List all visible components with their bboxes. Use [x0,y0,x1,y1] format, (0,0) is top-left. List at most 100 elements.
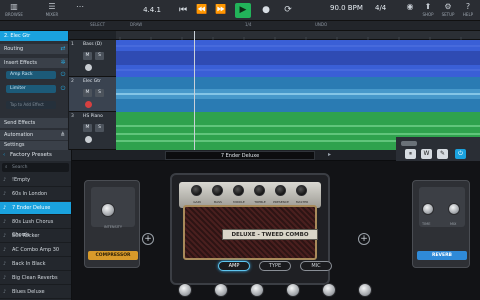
preset-item[interactable]: ♪ Back In Black [0,258,71,271]
amp-knob-label: TREBLE [254,200,266,204]
amp-knob-master[interactable] [296,185,307,196]
solo-button[interactable]: S [95,52,104,60]
song-position[interactable]: 4.4.1 [134,4,170,17]
automation-icon[interactable]: ⋔ [59,131,67,139]
cabinet-knob[interactable] [322,283,336,297]
record-arm-button[interactable] [85,64,92,71]
power-button[interactable]: ⏻ [455,149,466,159]
preset-item[interactable]: ♪ 80s Lush Chorus Chords [0,216,71,238]
preset-search-input[interactable]: ⌕ Search [2,163,69,172]
solo-button[interactable]: S [95,124,104,132]
amp-knob-label: PRESENCE [273,200,289,204]
volume-slider[interactable] [401,141,417,146]
preset-item[interactable]: ♪ Big Clean Reverbs [0,272,71,285]
cabinet-knob[interactable] [250,283,264,297]
bass-clip[interactable] [116,40,480,77]
inspector-track-title[interactable]: 2. Elec Gtr [0,31,68,41]
amp-knob-bass[interactable] [212,185,223,196]
cabinet-knob[interactable] [214,283,228,297]
time-signature-display[interactable]: 4/4 [375,4,386,12]
record-arm-button[interactable] [85,101,92,108]
tempo-display[interactable]: 90.0 BPM [330,4,363,12]
cabinet-knob[interactable] [178,283,192,297]
edit-icon[interactable]: ✎ [437,149,448,159]
record-button[interactable]: ● [258,3,274,18]
tab-amp[interactable]: AMP [218,261,250,271]
fast-forward-button[interactable]: ⏩ [213,3,229,18]
plugin-power-icon[interactable]: ⏻ [59,71,67,79]
intensity-knob[interactable] [101,203,115,217]
cabinet-knob[interactable] [358,283,372,297]
help-icon: ? [465,2,471,11]
insert-effects-section[interactable]: Insert Effects [0,58,68,68]
mute-button[interactable]: M [83,124,92,132]
tab-type[interactable]: TYPE [259,261,291,271]
track-header-1[interactable]: 1 Bass (D) M S [69,40,116,77]
solo-button[interactable]: S [95,89,104,97]
preset-item[interactable]: ♪ AC Combo Amp 30 [0,244,71,257]
routing-icon[interactable]: ⇄ [59,45,67,53]
draw-tool[interactable]: DRAW [130,22,142,27]
preset-item[interactable]: ♪ Blues Deluxe [0,286,71,299]
tab-mic[interactable]: MIC [300,261,332,271]
preset-item[interactable]: ♪ 80s Rocker [0,230,71,243]
more-button[interactable]: ⋯ [72,2,88,12]
help-button[interactable]: ? HELP [460,2,476,17]
plugin-limiter[interactable]: Limiter [6,85,56,93]
track-header-2[interactable]: 2 Elec Gtr M S [69,77,116,112]
waves-icon[interactable]: W [421,149,432,159]
compressor-pedal[interactable]: INTENSITY COMPRESSOR [84,180,140,268]
add-left-effect-button[interactable]: + [142,233,154,245]
record-arm-button[interactable] [85,136,92,143]
add-right-effect-button[interactable]: + [358,233,370,245]
mix-knob[interactable] [448,203,460,215]
shop-button[interactable]: ⬆ SHOP [420,2,436,17]
rewind-button[interactable]: ⏪ [194,3,210,18]
back-icon[interactable]: ‹ [3,150,5,161]
routing-section[interactable]: Routing [0,44,68,54]
next-preset-button[interactable]: ▸ [328,151,331,158]
track-header-3[interactable]: 3 HS Piano M S [69,112,116,150]
settings-section[interactable]: Settings [0,141,68,150]
rewind-start-button[interactable]: ⏮ [175,3,191,18]
playhead[interactable] [194,31,195,150]
amp-knob-middle[interactable] [233,185,244,196]
add-effect-slot[interactable]: Tap to Add Effect [6,101,56,109]
preset-item[interactable]: ♪ 7 Ender Deluxe [0,202,71,215]
plugin-amp-rack[interactable]: Amp Rack [6,71,56,79]
cabinet-knob[interactable] [286,283,300,297]
preset-item[interactable]: ♪ 60s In London [0,188,71,201]
effects-toggle-icon[interactable]: ✲ [59,59,67,67]
top-toolbar: ▥ BROWSE ☰ MIXER ⋯ 4.4.1 ⏮ ⏪ ⏩ ▶ ● ⟳ 90.0 … [0,0,480,21]
play-button[interactable]: ▶ [235,3,251,18]
reverb-label: REVERB [417,251,467,260]
loop-button[interactable]: ⟳ [280,3,296,18]
timeline-ruler[interactable]: 123456789101112 [116,31,480,46]
amp-knob-gain[interactable] [191,185,202,196]
amp-knob-presence[interactable] [275,185,286,196]
setup-button[interactable]: ⚙ SETUP [440,2,456,17]
automation-section[interactable]: Automation [0,130,68,140]
send-effects-section[interactable]: Send Effects [0,118,68,128]
record-mode-button[interactable]: ◉ [402,2,418,12]
gear-icon: ⚙ [444,2,452,11]
current-preset-name[interactable]: 7 Ender Deluxe [165,151,315,160]
reverb-pedal[interactable]: TIME MIX REVERB [412,180,470,268]
bypass-button[interactable]: ⏸ [405,149,416,159]
browse-button[interactable]: ▥ BROWSE [5,2,23,17]
mute-button[interactable]: M [83,89,92,97]
preset-item[interactable]: ♪ !Empty [0,174,71,187]
preset-icon: ♪ [3,275,7,281]
guitar-clip[interactable] [116,77,480,112]
arrangement-lanes[interactable] [116,40,480,150]
amp-knob-treble[interactable] [254,185,265,196]
plugin-power-icon[interactable]: ⏻ [59,85,67,93]
time-knob[interactable] [422,203,434,215]
mute-button[interactable]: M [83,52,92,60]
undo-button[interactable]: UNDO [315,22,327,27]
mixer-button[interactable]: ☰ MIXER [44,2,60,17]
select-tool[interactable]: SELECT [90,22,105,27]
quantize-value[interactable]: 1/4 [245,22,251,27]
more-icon: ⋯ [76,2,84,11]
compressor-label: COMPRESSOR [88,251,138,260]
